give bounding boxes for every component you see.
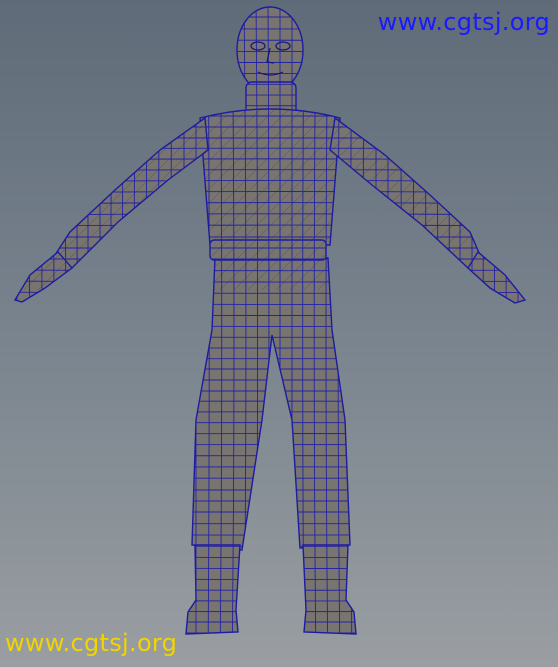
right-hand-mesh[interactable] bbox=[467, 250, 527, 304]
3d-viewport[interactable]: www.cgtsj.org www.cgtsj.org bbox=[0, 0, 558, 667]
mesh-canvas bbox=[0, 0, 558, 667]
watermark-top: www.cgtsj.org bbox=[377, 8, 550, 36]
belt-mesh[interactable] bbox=[209, 239, 327, 261]
left-hand-mesh[interactable] bbox=[13, 251, 74, 303]
right-boot-mesh[interactable] bbox=[302, 544, 357, 635]
right-arm-mesh[interactable] bbox=[329, 116, 481, 269]
watermark-bottom: www.cgtsj.org bbox=[5, 629, 178, 657]
left-boot-mesh[interactable] bbox=[185, 544, 241, 635]
left-arm-mesh[interactable] bbox=[54, 116, 209, 269]
character-mesh[interactable] bbox=[0, 0, 558, 667]
